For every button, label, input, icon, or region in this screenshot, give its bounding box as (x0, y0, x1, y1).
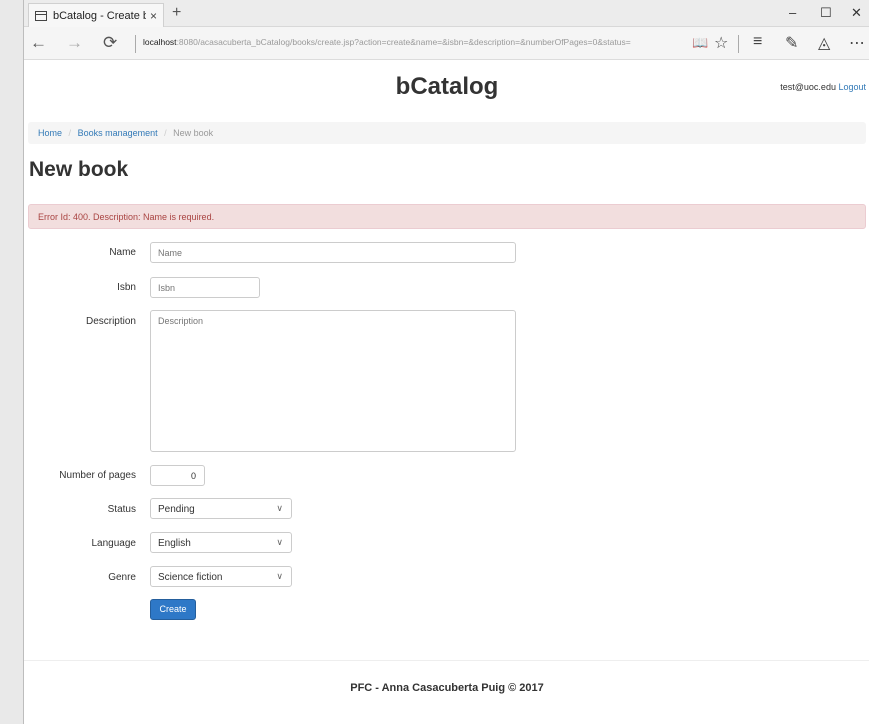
language-select[interactable]: English ∨ (150, 532, 292, 553)
genre-select[interactable]: Science fiction ∨ (150, 566, 292, 587)
status-select[interactable]: Pending ∨ (150, 498, 292, 519)
chevron-down-icon: ∨ (276, 503, 283, 513)
user-area: test@uoc.edu Logout (780, 82, 866, 92)
breadcrumb-books-management[interactable]: Books management (78, 128, 158, 138)
isbn-label: Isbn (117, 282, 136, 293)
isbn-input[interactable] (150, 277, 260, 298)
web-page: bCatalog test@uoc.edu Logout Home / Book… (24, 60, 869, 724)
web-note-icon[interactable]: ✎ (785, 33, 798, 53)
description-textarea[interactable] (150, 310, 516, 452)
url-host: localhost (143, 37, 177, 47)
navigation-bar: ← → ⟳ localhost:8080/acasacuberta_bCatal… (24, 27, 869, 60)
browser-window: bCatalog - Create book × + – ☐ ✕ ← → ⟳ l… (23, 0, 869, 724)
breadcrumb-separator: / (164, 128, 167, 138)
share-icon[interactable]: ◬ (818, 33, 830, 53)
new-tab-button[interactable]: + (172, 4, 181, 22)
name-input[interactable] (150, 242, 516, 263)
language-selected: English (158, 538, 191, 549)
url-path: :8080/acasacuberta_bCatalog/books/create… (176, 37, 631, 47)
breadcrumb-current: New book (173, 128, 214, 138)
more-icon[interactable]: ⋯ (849, 33, 865, 53)
page-icon (35, 10, 47, 21)
reading-view-icon[interactable]: 📖 (692, 35, 708, 51)
status-selected: Pending (158, 504, 195, 515)
refresh-button[interactable]: ⟳ (103, 33, 117, 53)
genre-label: Genre (108, 572, 136, 583)
browser-tab[interactable]: bCatalog - Create book × (28, 3, 164, 27)
language-label: Language (91, 538, 137, 549)
tab-strip: bCatalog - Create book × + – ☐ ✕ (24, 0, 869, 27)
genre-selected: Science fiction (158, 572, 223, 583)
logout-link[interactable]: Logout (838, 82, 866, 92)
forward-button[interactable]: → (66, 33, 83, 53)
chevron-down-icon: ∨ (276, 537, 283, 547)
close-tab-icon[interactable]: × (150, 9, 157, 23)
site-title: bCatalog (395, 73, 499, 100)
address-bar[interactable]: localhost:8080/acasacuberta_bCatalog/boo… (143, 37, 683, 51)
breadcrumb-home[interactable]: Home (38, 128, 62, 138)
breadcrumb: Home / Books management / New book (28, 122, 866, 144)
page-title: New book (29, 158, 129, 181)
hub-icon[interactable]: ≡ (753, 33, 762, 51)
status-label: Status (107, 504, 136, 515)
breadcrumb-separator: / (68, 128, 72, 138)
user-email: test@uoc.edu (780, 82, 836, 92)
footer-text: PFC - Anna Casacuberta Puig © 2017 (350, 682, 544, 694)
create-button[interactable]: Create (150, 599, 196, 620)
back-button[interactable]: ← (30, 33, 47, 53)
number-of-pages-input[interactable]: 0 (150, 465, 205, 486)
close-window-button[interactable]: ✕ (851, 5, 862, 21)
description-label: Description (85, 316, 136, 327)
tab-title: bCatalog - Create book (53, 9, 146, 22)
toolbar-separator (738, 35, 739, 53)
maximize-button[interactable]: ☐ (820, 5, 832, 21)
address-separator (135, 35, 136, 53)
chevron-down-icon: ∨ (276, 571, 283, 581)
number-of-pages-label: Number of pages (59, 470, 136, 481)
name-label: Name (109, 247, 136, 258)
footer-divider (24, 660, 869, 661)
favorite-star-icon[interactable]: ☆ (714, 33, 728, 53)
minimize-button[interactable]: – (789, 5, 796, 20)
error-alert: Error Id: 400. Description: Name is requ… (28, 204, 866, 229)
